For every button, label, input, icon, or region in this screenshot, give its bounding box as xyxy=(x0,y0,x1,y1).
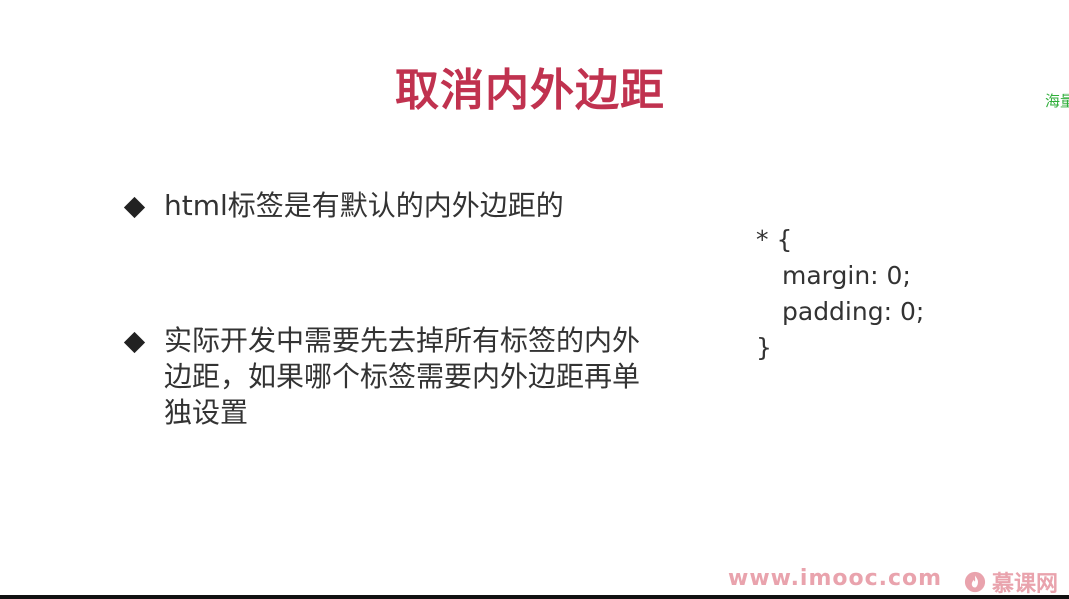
watermark-brand: 慕课网 xyxy=(964,566,1058,598)
code-line: margin: 0; xyxy=(782,261,911,290)
slide-title: 取消内外边距 xyxy=(395,65,665,116)
diamond-bullet-icon xyxy=(123,196,146,219)
bullet-text: html标签是有默认的内外边距的 xyxy=(164,189,564,222)
code-snippet: * { margin: 0; padding: 0; } xyxy=(756,222,924,366)
brand-text: 慕课网 xyxy=(992,572,1059,597)
bottom-bar xyxy=(0,595,1069,599)
bullet-item: html标签是有默认的内外边距的 xyxy=(122,188,654,224)
side-note: 海量 xyxy=(1045,92,1069,110)
bullet-item: 实际开发中需要先去掉所有标签的内外边距，如果哪个标签需要内外边距再单独设置 xyxy=(122,323,654,431)
flame-icon xyxy=(964,571,986,593)
slide: 取消内外边距 海量 html标签是有默认的内外边距的 实际开发中需要先去掉所有标… xyxy=(0,0,1069,599)
bullet-text: 实际开发中需要先去掉所有标签的内外边距，如果哪个标签需要内外边距再单独设置 xyxy=(164,324,641,429)
diamond-bullet-icon xyxy=(123,331,146,354)
code-line: padding: 0; xyxy=(782,297,925,326)
code-line: } xyxy=(756,333,772,362)
watermark-url: www.imooc.com xyxy=(728,566,943,591)
code-line: * { xyxy=(756,225,793,254)
